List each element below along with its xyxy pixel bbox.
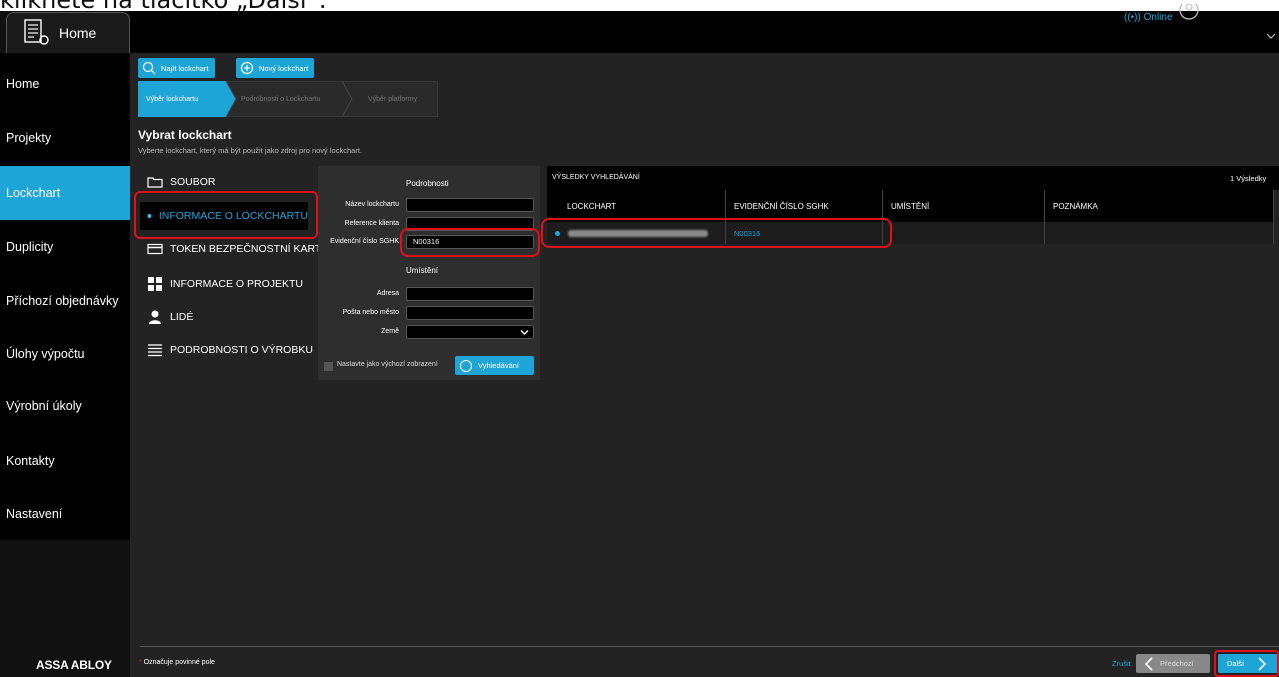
page-subtitle: Vyberte lockchart, který má být použit j… xyxy=(138,146,362,155)
lockchart-name-field[interactable] xyxy=(406,198,534,212)
column-header-label: UMÍSTĚNÍ xyxy=(891,201,930,211)
address-label: Adresa xyxy=(376,290,399,297)
client-reference-label: Reference klienta xyxy=(344,220,399,227)
column-header-location[interactable]: UMÍSTĚNÍ xyxy=(883,190,1045,222)
online-status: ((•)) Online xyxy=(1124,12,1173,23)
page-title: Vybrat lockchart xyxy=(138,128,232,142)
sidebar-item-nastaveni[interactable]: Nastavení xyxy=(0,487,130,541)
home-app-icon xyxy=(24,19,49,45)
category-label: INFORMACE O LOCKCHARTU xyxy=(158,210,308,222)
category-informace-o-projektu[interactable]: INFORMACE O PROJEKTU xyxy=(140,270,303,298)
client-reference-field[interactable] xyxy=(406,217,534,231)
row-location-cell[interactable] xyxy=(883,222,1045,244)
column-header-label: EVIDENČNÍ ČÍSLO SGHK xyxy=(734,201,829,211)
results-header xyxy=(547,166,1279,190)
next-button[interactable]: Další xyxy=(1218,654,1279,673)
address-field[interactable] xyxy=(406,287,534,301)
row-selected-indicator xyxy=(555,230,560,236)
cancel-button[interactable]: Zrušit xyxy=(1112,659,1131,668)
sidebar-item-home[interactable]: Home xyxy=(0,57,130,111)
brand-logo: ASSA ABLOY xyxy=(36,658,112,672)
footer-divider xyxy=(140,646,1279,647)
post-city-field[interactable] xyxy=(406,306,534,320)
card-icon xyxy=(147,243,163,255)
required-field-text: Označuje povinné pole xyxy=(143,659,215,666)
required-field-note: * Označuje povinné pole xyxy=(139,659,215,666)
breadcrumb-step-2[interactable]: Podrobnosti o Lockchartu xyxy=(241,81,320,117)
sidebar-item-kontakty[interactable]: Kontakty xyxy=(0,434,130,488)
chevron-down-icon[interactable] xyxy=(1266,32,1276,40)
search-icon xyxy=(459,359,473,372)
required-marker: * xyxy=(139,659,142,666)
row-sghk-cell[interactable]: N00316 xyxy=(726,222,883,244)
column-header-label: LOCKCHART xyxy=(567,201,617,211)
sghk-number-label: Evidenční číslo SGHK xyxy=(330,238,399,245)
project-icon xyxy=(148,277,162,291)
find-lockchart-button[interactable]: Najít lockchart xyxy=(138,58,215,78)
country-label: Země xyxy=(381,328,399,335)
category-lide[interactable]: LIDÉ xyxy=(140,303,193,331)
chevron-right-icon xyxy=(1258,656,1267,671)
location-heading: Umístění xyxy=(406,266,439,275)
sidebar-item-ulohy-vypoctu[interactable]: Úlohy výpočtu xyxy=(0,327,130,381)
default-view-checkbox[interactable] xyxy=(324,362,333,371)
info-icon xyxy=(147,213,152,219)
search-button-label: Vyhledávání xyxy=(478,361,520,370)
column-header-label: POZNÁMKA xyxy=(1053,201,1098,211)
previous-button[interactable]: Předchozí xyxy=(1136,654,1210,673)
results-heading: VÝSLEDKY VYHLEDÁVÁNÍ xyxy=(552,174,640,181)
category-token-bezpecnostni-karty[interactable]: TOKEN BEZPEČNOSTNÍ KARTY xyxy=(140,235,328,263)
new-lockchart-button[interactable]: Nový lockchart xyxy=(236,58,315,78)
top-bar-strip xyxy=(130,11,1279,53)
column-header-lockchart[interactable]: LOCKCHART xyxy=(547,190,726,222)
sidebar-item-lockchart[interactable]: Lockchart xyxy=(0,166,130,220)
sghk-number-field[interactable]: N00316 xyxy=(406,235,534,249)
category-label: INFORMACE O PROJEKTU xyxy=(170,278,304,290)
chevron-down-icon xyxy=(520,330,529,335)
country-select[interactable] xyxy=(406,325,534,339)
home-tab-label: Home xyxy=(59,25,97,41)
category-label: SOUBOR xyxy=(170,176,216,188)
chevron-left-icon xyxy=(1144,656,1153,671)
sidebar-item-vyrobni-ukoly[interactable]: Výrobní úkoly xyxy=(0,379,130,433)
column-header-sghk[interactable]: EVIDENČNÍ ČÍSLO SGHK xyxy=(726,190,883,222)
folder-icon xyxy=(147,177,163,188)
plus-circle-icon xyxy=(240,61,254,75)
search-button[interactable]: Vyhledávání xyxy=(455,356,534,375)
find-lockchart-label: Najít lockchart xyxy=(161,63,209,73)
home-tab[interactable]: Home xyxy=(6,12,130,53)
previous-button-label: Předchozí xyxy=(1160,659,1194,668)
breadcrumb-step-3[interactable]: Výběr platformy xyxy=(368,81,417,117)
default-view-label: Nastavte jako výchozí zobrazení xyxy=(337,361,438,368)
list-icon xyxy=(148,344,162,357)
details-heading: Podrobnosti xyxy=(406,179,449,188)
user-icon[interactable] xyxy=(1178,4,1200,20)
category-soubor[interactable]: SOUBOR xyxy=(140,168,216,196)
category-label: LIDÉ xyxy=(170,311,194,323)
category-label: TOKEN BEZPEČNOSTNÍ KARTY xyxy=(170,243,329,255)
lockchart-name-redacted xyxy=(568,229,708,237)
person-icon xyxy=(149,310,161,324)
next-button-label: Další xyxy=(1227,659,1245,668)
category-podrobnosti-o-vyrobku[interactable]: PODROBNOSTI O VÝROBKU xyxy=(140,336,313,364)
category-label: PODROBNOSTI O VÝROBKU xyxy=(170,344,313,356)
sidebar-item-duplicity[interactable]: Duplicity xyxy=(0,220,130,274)
table-row[interactable] xyxy=(547,222,726,244)
breadcrumb-step-1[interactable]: Výběr lockchartu xyxy=(146,81,198,117)
new-lockchart-label: Nový lockchart xyxy=(259,63,309,73)
row-note-cell[interactable] xyxy=(1045,222,1274,244)
sidebar-footer xyxy=(0,540,130,677)
search-icon xyxy=(142,61,156,75)
column-header-note[interactable]: POZNÁMKA xyxy=(1045,190,1274,222)
sidebar-item-prichozi-objednavky[interactable]: Příchozí objednávky xyxy=(0,274,130,328)
post-city-label: Pošta nebo město xyxy=(342,309,399,316)
sidebar-item-projekty[interactable]: Projekty xyxy=(0,111,130,165)
lockchart-name-label: Název lockchartu xyxy=(345,201,399,208)
results-count: 1 Výsledky xyxy=(1230,174,1267,183)
category-informace-o-lockchartu[interactable]: INFORMACE O LOCKCHARTU xyxy=(140,202,308,230)
